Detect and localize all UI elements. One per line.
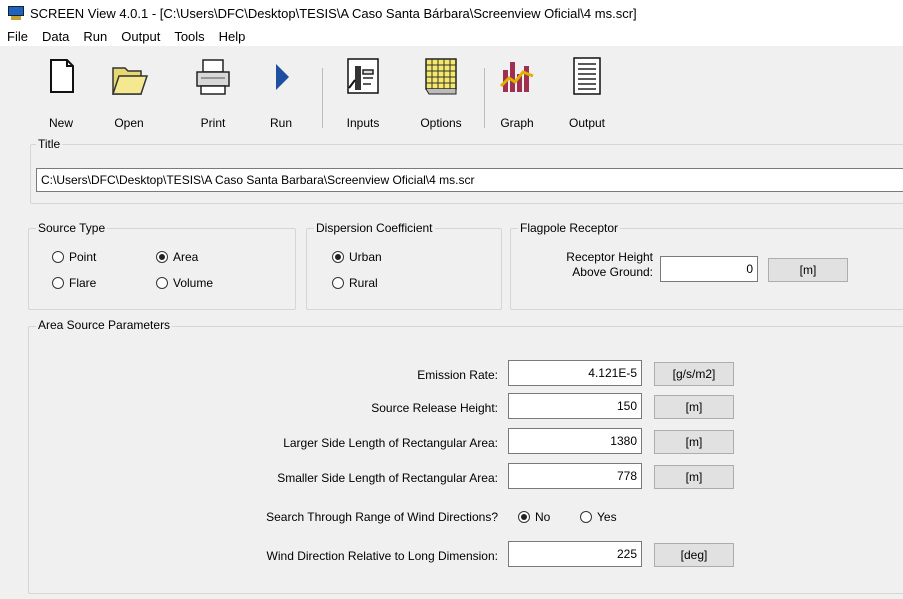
menu-bar: File Data Run Output Tools Help xyxy=(0,26,903,46)
wind-search-yes-radio[interactable]: Yes xyxy=(580,510,617,524)
radio-circle-selected xyxy=(332,251,344,263)
radio-circle xyxy=(332,277,344,289)
graph-chart-icon xyxy=(499,62,534,92)
menu-run[interactable]: Run xyxy=(76,29,114,44)
menu-output[interactable]: Output xyxy=(114,29,167,44)
receptor-height-input[interactable]: 0 xyxy=(660,256,758,282)
radio-circle-selected xyxy=(156,251,168,263)
source-point-radio[interactable]: Point xyxy=(52,250,96,264)
dispersion-label: Dispersion Coefficient xyxy=(314,221,435,235)
window-titlebar[interactable]: SCREEN View 4.0.1 - [C:\Users\DFC\Deskto… xyxy=(0,0,903,26)
area-params-label: Area Source Parameters xyxy=(36,318,173,332)
menu-data[interactable]: Data xyxy=(35,29,76,44)
dispersion-group xyxy=(306,228,502,310)
flagpole-label: Flagpole Receptor xyxy=(518,221,621,235)
inputs-button[interactable]: Inputs xyxy=(336,50,390,130)
larger-side-input[interactable]: 1380 xyxy=(508,428,642,454)
wind-direction-unit: [deg] xyxy=(654,543,734,567)
larger-side-unit: [m] xyxy=(654,430,734,454)
receptor-height-label-line1: Receptor Height xyxy=(566,250,653,264)
dispersion-urban-radio[interactable]: Urban xyxy=(332,250,382,264)
dispersion-rural-radio[interactable]: Rural xyxy=(332,276,378,290)
title-input[interactable]: C:\Users\DFC\Desktop\TESIS\A Caso Santa … xyxy=(36,168,903,192)
wind-direction-label: Wind Direction Relative to Long Dimensio… xyxy=(266,549,498,563)
emission-rate-input[interactable]: 4.121E-5 xyxy=(508,360,642,386)
smaller-side-label: Smaller Side Length of Rectangular Area: xyxy=(277,471,498,485)
run-button[interactable]: Run xyxy=(254,50,308,130)
new-document-icon xyxy=(50,59,74,93)
new-button[interactable]: New xyxy=(34,50,88,130)
toolbar-separator xyxy=(322,68,323,128)
window-title: SCREEN View 4.0.1 - [C:\Users\DFC\Deskto… xyxy=(30,5,637,21)
menu-help[interactable]: Help xyxy=(212,29,253,44)
print-button[interactable]: Print xyxy=(186,50,240,130)
options-button[interactable]: Options xyxy=(414,50,468,130)
emission-rate-label: Emission Rate: xyxy=(417,368,498,382)
radio-circle xyxy=(52,251,64,263)
radio-circle xyxy=(52,277,64,289)
output-button[interactable]: Output xyxy=(560,50,614,130)
wind-search-label: Search Through Range of Wind Directions? xyxy=(266,510,498,524)
radio-circle xyxy=(156,277,168,289)
source-type-label: Source Type xyxy=(36,221,108,235)
source-volume-radio[interactable]: Volume xyxy=(156,276,213,290)
radio-circle-selected xyxy=(518,511,530,523)
options-grid-icon xyxy=(425,58,457,95)
radio-circle xyxy=(580,511,592,523)
larger-side-label: Larger Side Length of Rectangular Area: xyxy=(283,436,498,450)
emission-rate-unit: [g/s/m2] xyxy=(654,362,734,386)
receptor-height-unit: [m] xyxy=(768,258,848,282)
smaller-side-input[interactable]: 778 xyxy=(508,463,642,489)
printer-icon xyxy=(196,59,230,95)
source-flare-radio[interactable]: Flare xyxy=(52,276,96,290)
source-type-group xyxy=(28,228,296,310)
toolbar-separator xyxy=(484,68,485,128)
play-icon xyxy=(276,64,289,90)
wind-direction-input[interactable]: 225 xyxy=(508,541,642,567)
receptor-height-label-line2: Above Ground: xyxy=(572,265,653,279)
title-group-label: Title xyxy=(36,137,63,151)
source-area-radio[interactable]: Area xyxy=(156,250,198,264)
menu-file[interactable]: File xyxy=(0,29,35,44)
release-height-input[interactable]: 150 xyxy=(508,393,642,419)
open-folder-icon xyxy=(111,67,149,95)
open-button[interactable]: Open xyxy=(102,50,156,130)
graph-button[interactable]: Graph xyxy=(490,50,544,130)
inputs-stack-icon xyxy=(347,58,379,94)
wind-search-no-radio[interactable]: No xyxy=(518,510,550,524)
smaller-side-unit: [m] xyxy=(654,465,734,489)
toolbar: New Open Print Run Inputs Options Graph … xyxy=(0,46,903,134)
menu-tools[interactable]: Tools xyxy=(167,29,211,44)
release-height-unit: [m] xyxy=(654,395,734,419)
release-height-label: Source Release Height: xyxy=(371,401,498,415)
output-document-icon xyxy=(573,57,601,95)
app-icon xyxy=(8,6,24,20)
